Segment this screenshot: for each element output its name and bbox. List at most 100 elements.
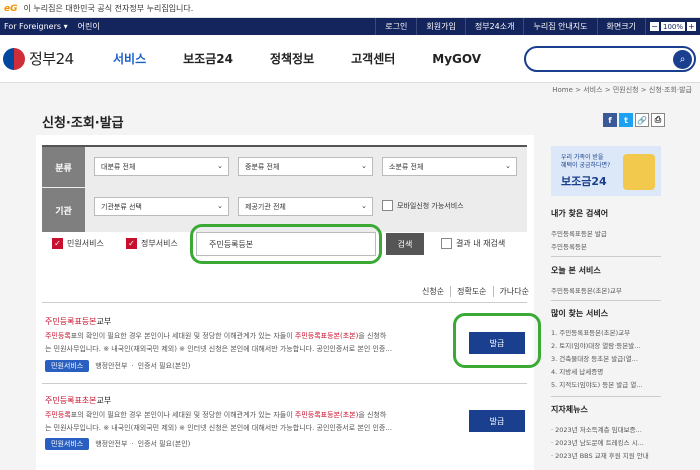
chevron-down-icon: ⌄: [217, 202, 223, 210]
my-search-item[interactable]: 주민등록등본: [551, 241, 661, 251]
local-news-item[interactable]: · 2023년 남도문에 트레킹스 시...: [551, 437, 661, 447]
facebook-share-icon[interactable]: f: [603, 113, 617, 127]
side-divider: [551, 396, 661, 397]
result-meta: 민원서비스 행정안전부 · 인증서 필요(본인): [45, 438, 190, 450]
search-filter-box: 분류 기관 대분류 전체 ⌄ 중분류 전체 ⌄ 소분류 전체 ⌄ 기관분류 선택…: [42, 145, 527, 232]
right-gutter: [666, 135, 700, 470]
checkmark-icon[interactable]: ✓: [52, 238, 63, 249]
sort-options: 신청순 정확도순 가나다순: [416, 286, 535, 297]
nav-mygov[interactable]: MyGOV: [432, 35, 481, 82]
filter-label-org: 기관: [42, 188, 85, 232]
twitter-share-icon[interactable]: t: [619, 113, 633, 127]
issue-button[interactable]: 발급: [469, 410, 525, 432]
checkbox-box[interactable]: [441, 238, 452, 249]
list-divider: [42, 383, 527, 384]
result-meta: 민원서비스 행정안전부 · 인증서 필요(본인): [45, 360, 190, 372]
org-provider-select[interactable]: 제공기관 전체 ⌄: [238, 197, 373, 216]
local-news-item[interactable]: · 2023년 BBS 교재 후원 지원 안내: [551, 450, 661, 460]
search-icon[interactable]: ⌕: [673, 50, 692, 69]
mobile-only-checkbox[interactable]: 모바일신청 가능서비스: [382, 200, 464, 211]
category-large-select[interactable]: 대분류 전체 ⌄: [94, 157, 229, 176]
minwon-service-label: 민원서비스: [67, 239, 104, 248]
chevron-down-icon: ⌄: [361, 202, 367, 210]
popular-service-item[interactable]: 2. 토지(임야)대장 열람·등본발...: [551, 340, 661, 350]
login-link[interactable]: 로그인: [375, 18, 416, 35]
side-divider: [551, 256, 661, 257]
screen-size-label: 화면크기: [596, 18, 645, 35]
global-search-input[interactable]: ⌕: [524, 46, 696, 72]
filter-label-category: 분류: [42, 147, 85, 187]
zoom-out-button[interactable]: −: [649, 22, 659, 31]
utility-bar: For Foreigners ▾ 어린이 로그인 회원가입 정부24소개 누리집…: [0, 18, 700, 35]
today-viewed-item[interactable]: 주민등록표등본(초본)교부: [551, 285, 661, 295]
minwon-service-checkbox[interactable]: ✓ 민원서비스: [52, 238, 104, 249]
result-description: 주민등록표의 확인이 필요한 경우 본인이나 세대원 및 정당한 이해관계가 있…: [45, 411, 393, 432]
site-logo[interactable]: 정부24: [3, 47, 113, 70]
category-mid-select[interactable]: 중분류 전체 ⌄: [238, 157, 373, 176]
popular-service-item[interactable]: 4. 지방세 납세증명: [551, 366, 661, 376]
result-description: 주민등록표의 확인이 필요한 경우 본인이나 세대원 및 정당한 이해관계가 있…: [45, 332, 393, 353]
checkmark-icon[interactable]: ✓: [126, 238, 137, 249]
kids-link[interactable]: 어린이: [78, 21, 100, 32]
sitemap-link[interactable]: 누리집 안내지도: [523, 18, 596, 35]
chevron-down-icon: ⌄: [505, 162, 511, 170]
org-type-select[interactable]: 기관분류 선택 ⌄: [94, 197, 229, 216]
category-small-select[interactable]: 소분류 전체 ⌄: [382, 157, 517, 176]
result-auth: 인증서 필요(본인): [137, 440, 191, 448]
link-copy-icon[interactable]: 🔗: [635, 113, 649, 127]
nav-services[interactable]: 서비스: [113, 35, 146, 82]
my-search-item[interactable]: 주민등록표등본 발급: [551, 228, 661, 238]
taegeuk-icon: [3, 47, 25, 70]
breadcrumb: Home > 서비스 > 민원신청 > 신청·조회·발급: [552, 86, 692, 94]
popular-service-item[interactable]: 5. 지적도(임야도) 등본 발급 열...: [551, 379, 661, 389]
org-provider-value: 제공기관 전체: [245, 202, 286, 211]
about-link[interactable]: 정부24소개: [464, 18, 524, 35]
gov-service-label: 정부서비스: [141, 239, 178, 248]
popular-service-item[interactable]: 1. 주민등록표등본(초본)교부: [551, 327, 661, 337]
banner-character-icon: [623, 154, 655, 190]
category-mid-value: 중분류 전체: [245, 162, 280, 171]
sort-by-accuracy[interactable]: 정확도순: [450, 286, 492, 297]
keyword-highlight-annotation: [190, 224, 382, 264]
print-icon[interactable]: ⎙: [651, 113, 665, 127]
nav-subsidy24[interactable]: 보조금24: [183, 35, 233, 82]
list-divider: [42, 302, 527, 303]
gov-notice-text: 이 누리집은 대한민국 공식 전자정부 누리집입니다.: [23, 4, 194, 13]
result-title[interactable]: 주민등록표등본교부: [45, 316, 111, 327]
result-org: 행정안전부: [95, 362, 128, 370]
side-divider: [551, 300, 661, 301]
zoom-in-button[interactable]: +: [687, 22, 696, 31]
sort-by-application[interactable]: 신청순: [416, 286, 450, 297]
popular-service-item[interactable]: 3. 건축물대장 등초본 발급(열...: [551, 353, 661, 363]
result-org: 행정안전부: [95, 440, 128, 448]
today-viewed-title: 오늘 본 서비스: [551, 266, 601, 275]
for-foreigners-menu[interactable]: For Foreigners ▾: [4, 22, 68, 31]
zoom-control: − 100% +: [644, 18, 700, 35]
subsidy24-banner[interactable]: 우리 가족이 받을 혜택이 궁금하다면? 보조금24: [551, 146, 661, 196]
sort-by-alphabet[interactable]: 가나다순: [492, 286, 535, 297]
zoom-value: 100%: [660, 22, 685, 31]
main-nav: 서비스 보조금24 정책정보 고객센터 MyGOV: [113, 35, 518, 82]
chevron-down-icon: ⌄: [361, 162, 367, 170]
search-in-results-label: 결과 내 재검색: [456, 239, 506, 248]
egov-logo: eG: [4, 3, 18, 14]
nav-policy-info[interactable]: 정책정보: [270, 35, 314, 82]
checkbox-box[interactable]: [382, 200, 393, 211]
issue-button-highlight-annotation: [453, 313, 541, 368]
nav-customer-center[interactable]: 고객센터: [351, 35, 395, 82]
gov-service-checkbox[interactable]: ✓ 정부서비스: [126, 238, 178, 249]
signup-link[interactable]: 회원가입: [416, 18, 464, 35]
service-type-badge: 민원서비스: [45, 360, 90, 372]
banner-title: 보조금24: [561, 175, 607, 188]
search-in-results-checkbox[interactable]: 결과 내 재검색: [441, 238, 505, 249]
site-header: 정부24 서비스 보조금24 정책정보 고객센터 MyGOV ⌕: [0, 35, 700, 83]
my-search-title: 내가 찾은 검색어: [551, 209, 609, 218]
gov-notice-bar: eG 이 누리집은 대한민국 공식 전자정부 누리집입니다.: [0, 0, 700, 18]
banner-subtext: 우리 가족이 받을 혜택이 궁금하다면?: [561, 154, 611, 169]
search-button[interactable]: 검색: [386, 233, 424, 255]
service-type-badge: 민원서비스: [45, 438, 90, 450]
category-small-value: 소분류 전체: [389, 162, 424, 171]
result-title[interactable]: 주민등록표초본교부: [45, 395, 111, 406]
share-tools: f t 🔗 ⎙: [603, 113, 665, 127]
local-news-item[interactable]: · 2023년 저소득계층 임대보증...: [551, 424, 661, 434]
